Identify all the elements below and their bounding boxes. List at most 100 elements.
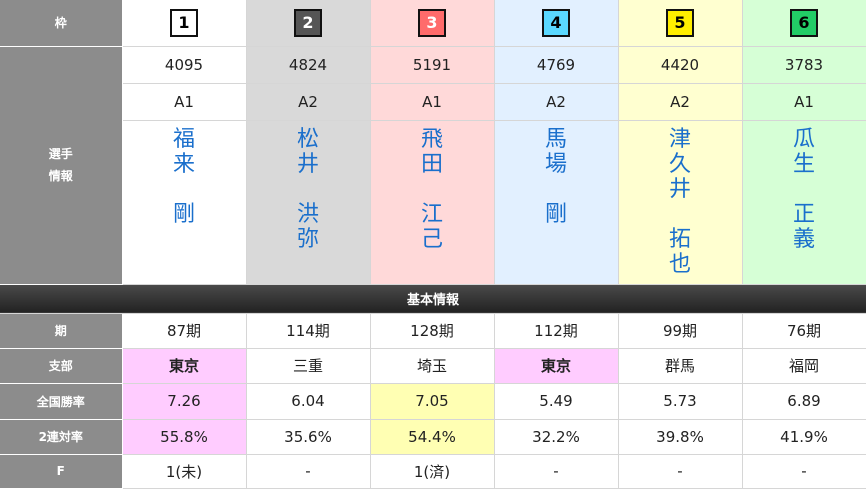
ki-value: 114期 [246,313,371,349]
racer-name-link[interactable]: 松 井 洪 弥 [247,127,370,252]
f-count: - [494,454,619,489]
win-rate: 7.26 [122,383,247,420]
name-char: 義 [792,226,815,252]
name-char: 也 [668,251,691,277]
shibu-label: 支部 [0,348,123,384]
rank-row: A1 A2 A1 A2 A2 A1 [0,83,866,121]
boat-number-badge: 5 [666,8,694,37]
shibu-value: 東京 [494,348,619,384]
shibu-row: 支部 東京 三重 埼玉 東京 群馬 福岡 [0,348,866,384]
rank: A2 [246,83,371,121]
name-char: 瓜 [792,126,815,152]
niren-rate: 41.9% [742,419,866,455]
f-count: 1(済) [370,454,495,489]
win-rate-row: 全国勝率 7.26 6.04 7.05 5.49 5.73 6.89 [0,383,866,420]
name-char: 剛 [544,201,567,227]
niren-rate: 54.4% [370,419,495,455]
waku-label: 枠 [0,0,123,47]
name-char: 田 [420,151,443,177]
ki-row: 期 87期 114期 128期 112期 99期 76期 [0,313,866,349]
name-gap [123,177,246,202]
rank: A2 [494,83,619,121]
shibu-value: 福岡 [742,348,866,384]
f-count: 1(未) [122,454,247,489]
ki-value: 99期 [618,313,743,349]
rank: A1 [122,83,247,121]
ki-label: 期 [0,313,123,349]
name-char: 来 [172,151,195,177]
name-gap [743,177,866,202]
ki-value: 76期 [742,313,866,349]
boat-number-badge: 1 [170,8,198,37]
niren-rate: 32.2% [494,419,619,455]
win-rate: 6.89 [742,383,866,420]
boat-number-badge: 3 [418,8,446,37]
boat-number-badge: 6 [790,8,818,37]
section-title: 基本情報 [0,284,866,314]
name-char: 剛 [172,201,195,227]
reg-number: 4824 [246,46,371,84]
name-char: 己 [420,226,443,252]
name-char: 弥 [296,226,319,252]
shibu-value: 東京 [122,348,247,384]
niren-rate: 55.8% [122,419,247,455]
name-gap [371,177,494,202]
reg-number: 4095 [122,46,247,84]
rank: A2 [618,83,743,121]
name-char: 飛 [420,126,443,152]
name-char: 津 [668,126,691,152]
boat-number-badge: 4 [542,8,570,37]
reg-number: 4769 [494,46,619,84]
name-char: 洪 [296,201,319,227]
shibu-value: 埼玉 [370,348,495,384]
name-char: 正 [792,201,815,227]
racer-name-link[interactable]: 飛 田 江 己 [371,127,494,252]
name-char: 井 [296,151,319,177]
niren-label: 2連対率 [0,419,123,455]
section-header-row: 基本情報 [0,284,866,314]
name-char: 福 [172,126,195,152]
shibu-value: 三重 [246,348,371,384]
name-gap [247,177,370,202]
racer-name-link[interactable]: 福 来 剛 [123,127,246,227]
rank: A1 [742,83,866,121]
ki-value: 112期 [494,313,619,349]
niren-rate: 39.8% [618,419,743,455]
reg-number: 3783 [742,46,866,84]
ki-value: 128期 [370,313,495,349]
name-gap [495,177,618,202]
win-rate: 6.04 [246,383,371,420]
racer-table: 枠 1 2 3 4 5 6 選手 情報 4095 4824 5191 4769 … [0,0,866,489]
rank: A1 [370,83,495,121]
win-rate: 5.73 [618,383,743,420]
boat-number-badge: 2 [294,8,322,37]
name-char: 松 [296,126,319,152]
niren-rate: 35.6% [246,419,371,455]
name-char: 江 [420,201,443,227]
racer-name-link[interactable]: 瓜 生 正 義 [743,127,866,252]
f-row: F 1(未) - 1(済) - - - [0,454,866,489]
shibu-value: 群馬 [618,348,743,384]
reg-number-row: 選手 情報 4095 4824 5191 4769 4420 3783 [0,46,866,285]
win-rate: 7.05 [370,383,495,420]
racer-name-link[interactable]: 津 久 井 拓 也 [619,127,742,277]
name-char: 拓 [668,226,691,252]
name-char: 生 [792,151,815,177]
name-char: 馬 [544,126,567,152]
racer-name-link[interactable]: 馬 場 剛 [495,127,618,227]
zenkoku-label: 全国勝率 [0,383,123,420]
name-char: 井 [668,176,691,202]
f-count: - [742,454,866,489]
ki-value: 87期 [122,313,247,349]
f-count: - [618,454,743,489]
niren-row: 2連対率 55.8% 35.6% 54.4% 32.2% 39.8% 41.9% [0,419,866,455]
racer-info-label: 選手 情報 [0,46,123,285]
name-char: 場 [544,151,567,177]
win-rate: 5.49 [494,383,619,420]
name-gap [619,202,742,227]
f-label: F [0,454,123,489]
name-row: 福 来 剛 松 井 洪 弥 飛 田 江 己 馬 場 剛 津 久 井 拓 也 瓜 … [0,120,866,285]
name-char: 久 [668,151,691,177]
f-count: - [246,454,371,489]
waku-row: 枠 1 2 3 4 5 6 [0,0,866,47]
